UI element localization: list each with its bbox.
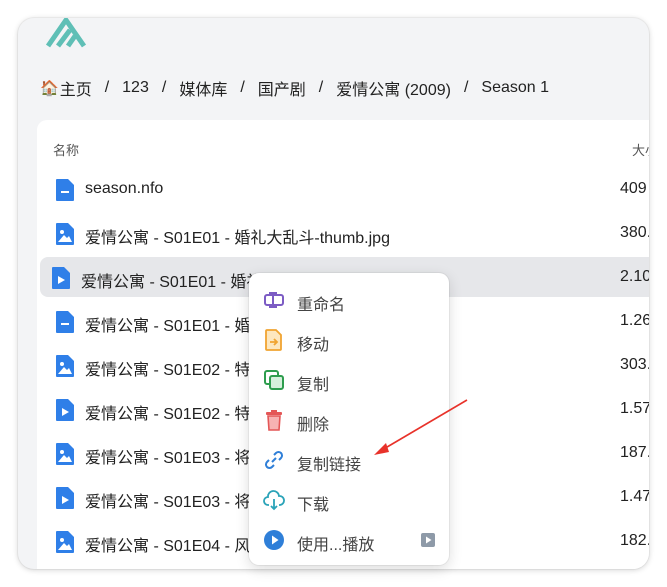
video-file-icon (52, 267, 70, 289)
file-size: 182.58 (620, 532, 649, 549)
column-header-name[interactable]: 名称 (53, 140, 79, 159)
file-size: 1.26 (620, 312, 649, 329)
menu-item-download[interactable]: 下载 (249, 479, 449, 519)
menu-item-copy-link[interactable]: 复制链接 (249, 439, 449, 479)
context-menu: 重命名 移动 复制 删除 复制链接 下载 使用...播放 (249, 273, 449, 565)
file-name: 爱情公寓 - S01E01 - 婚礼大乱斗-thumb.jpg (85, 230, 390, 247)
rename-icon (264, 292, 284, 308)
breadcrumb-separator: / (318, 79, 324, 96)
breadcrumb-separator: / (104, 79, 110, 96)
image-file-icon (56, 355, 74, 377)
breadcrumb-item-season[interactable]: Season 1 (481, 79, 549, 97)
file-name: season.nfo (85, 180, 164, 197)
menu-item-delete[interactable]: 删除 (249, 399, 449, 439)
breadcrumb-item-123[interactable]: 123 (122, 79, 149, 97)
file-size: 303.71 (620, 356, 649, 373)
video-file-icon (56, 487, 74, 509)
play-icon (264, 530, 284, 550)
table-row[interactable]: season.nfo 409 (40, 169, 649, 209)
menu-item-label: 复制链接 (297, 457, 362, 474)
home-icon[interactable]: 🏠 (40, 79, 59, 97)
column-header-size[interactable]: 大小 (632, 140, 649, 159)
file-size: 409 (620, 180, 647, 197)
breadcrumb-item-media-library[interactable]: 媒体库 (179, 76, 227, 100)
delete-icon (266, 410, 282, 431)
menu-item-label: 复制 (297, 377, 330, 394)
app-logo-icon (45, 18, 87, 48)
menu-item-label: 移动 (297, 337, 330, 354)
menu-item-rename[interactable]: 重命名 (249, 279, 449, 319)
submenu-play-icon (421, 533, 435, 547)
image-file-icon (56, 531, 74, 553)
file-size: 1.47 (620, 488, 649, 505)
menu-item-label: 下载 (297, 497, 330, 514)
doc-file-icon (56, 311, 74, 333)
menu-item-label: 重命名 (297, 297, 346, 314)
file-name: 爱情公寓 - S01E02 - 特 (85, 406, 251, 423)
breadcrumb-item-home[interactable]: 主页 (60, 76, 92, 100)
table-row[interactable]: 爱情公寓 - S01E01 - 婚礼大乱斗-thumb.jpg 380.05 (40, 213, 649, 253)
breadcrumb-separator: / (161, 79, 167, 96)
video-file-icon (56, 399, 74, 421)
menu-item-copy[interactable]: 复制 (249, 359, 449, 399)
breadcrumb: 🏠 主页 / 123 / 媒体库 / 国产剧 / 爱情公寓 (2009) / S… (40, 76, 549, 100)
copy-icon (264, 370, 284, 390)
file-name: 爱情公寓 - S01E02 - 特 (85, 362, 251, 379)
file-name: 爱情公寓 - S01E04 - 风 (85, 538, 251, 555)
move-icon (265, 329, 282, 351)
file-size: 2.10 (620, 268, 649, 285)
image-file-icon (56, 443, 74, 465)
breadcrumb-item-show[interactable]: 爱情公寓 (2009) (336, 76, 451, 100)
file-size: 1.57 (620, 400, 649, 417)
menu-item-label: 删除 (297, 417, 330, 434)
breadcrumb-separator: / (240, 79, 245, 96)
file-name: 爱情公寓 - S01E01 - 婚 (85, 318, 251, 335)
file-size: 380.05 (620, 224, 649, 241)
menu-item-play-with[interactable]: 使用...播放 (249, 519, 449, 559)
menu-item-move[interactable]: 移动 (249, 319, 449, 359)
breadcrumb-item-domestic-drama[interactable]: 国产剧 (258, 76, 306, 100)
image-file-icon (56, 223, 74, 245)
file-name: 爱情公寓 - S01E03 - 将 (85, 450, 251, 467)
download-icon (263, 490, 285, 511)
link-icon (264, 450, 284, 470)
doc-file-icon (56, 179, 74, 201)
menu-item-label: 使用...播放 (297, 537, 375, 554)
breadcrumb-separator: / (463, 79, 469, 96)
file-name: 爱情公寓 - S01E03 - 将 (85, 494, 251, 511)
file-size: 187.23 (620, 444, 649, 461)
